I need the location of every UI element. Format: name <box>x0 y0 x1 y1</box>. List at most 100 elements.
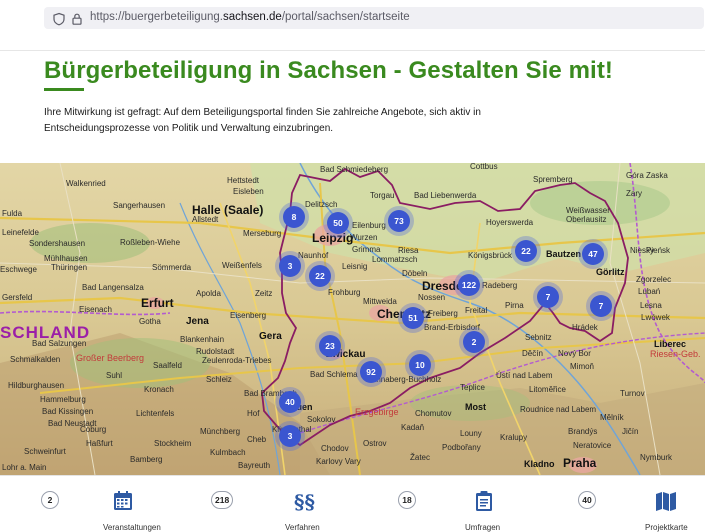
map-cluster-marker[interactable]: 10 <box>409 354 431 376</box>
place-label: Merseburg <box>243 229 282 238</box>
place-label: Eschwege <box>0 265 37 274</box>
statistics-bar: 2 218 §§ 18 40 Veranstaltungen Verfahren… <box>0 475 705 532</box>
place-label: Apolda <box>196 289 221 298</box>
place-label: Gersfeld <box>2 293 33 302</box>
events-label[interactable]: Veranstaltungen <box>103 523 161 532</box>
place-label: Blankenhain <box>180 335 225 344</box>
map-cluster-marker[interactable]: 92 <box>360 361 382 383</box>
calendar-icon[interactable] <box>112 490 134 512</box>
place-label: Lichtenfels <box>136 409 175 418</box>
place-label: Góra Zaska <box>626 171 668 180</box>
place-label: Schweinfurt <box>24 447 66 456</box>
place-label: Rudolstadt <box>196 347 235 356</box>
place-label: Neratovice <box>573 441 612 450</box>
shield-icon[interactable] <box>52 12 66 26</box>
map-cluster-marker[interactable]: 3 <box>279 255 301 277</box>
place-label: Nossen <box>418 293 446 302</box>
place-label: Wurzen <box>350 233 378 242</box>
place-label: Sondershausen <box>29 239 86 248</box>
map-cluster-marker[interactable]: 73 <box>388 210 410 232</box>
map-icon[interactable] <box>655 490 677 512</box>
place-label: Žatec <box>410 453 431 462</box>
map-cluster-marker[interactable]: 3 <box>279 425 301 447</box>
place-label: Roßleben-Wiehe <box>120 238 181 247</box>
procedures-label[interactable]: Verfahren <box>285 523 320 532</box>
map-cluster-marker[interactable]: 47 <box>582 243 604 265</box>
place-label: Haßfurt <box>86 439 113 448</box>
map-cluster-marker[interactable]: 50 <box>327 212 349 234</box>
place-label: Fulda <box>2 209 23 218</box>
place-label: Hoyerswerda <box>486 218 534 227</box>
lock-icon[interactable] <box>70 12 84 26</box>
place-label: Lubań <box>638 287 661 296</box>
place-label: Leisnig <box>342 262 368 271</box>
project-map-count-badge: 40 <box>578 491 596 509</box>
map-cluster-marker[interactable]: 8 <box>283 206 305 228</box>
map-cluster-marker[interactable]: 122 <box>458 274 480 296</box>
url-text[interactable]: https://buergerbeteiligung.sachsen.de/po… <box>90 11 410 23</box>
place-label: Hrádek <box>572 323 598 332</box>
place-label: Riesen-Geb. <box>650 349 701 359</box>
map-cluster-marker[interactable]: 22 <box>309 265 331 287</box>
place-label: Döbeln <box>402 269 428 278</box>
place-label: Zary <box>626 189 642 198</box>
place-label: Großer Beerberg <box>76 353 145 363</box>
browser-toolbar: https://buergerbeteiligung.sachsen.de/po… <box>0 0 705 51</box>
place-label: Zgorzelec <box>636 275 672 284</box>
place-label: Pieńsk <box>646 246 671 255</box>
place-label: Kulmbach <box>210 448 246 457</box>
place-label: Leinefelde <box>2 228 39 237</box>
map-cluster-marker[interactable]: 23 <box>319 335 341 357</box>
place-label: Pirna <box>505 301 524 310</box>
intro-line-2: Entscheidungsprozesse von Politik und Ve… <box>44 123 334 134</box>
map-cluster-marker[interactable]: 7 <box>537 286 559 308</box>
place-label: Hildburghausen <box>8 381 65 390</box>
place-label: Bad Kissingen <box>42 407 94 416</box>
project-map[interactable]: Halle (Saale) Leipzig Dresden Chemnitz Z… <box>0 163 705 475</box>
place-label: Jičín <box>622 427 639 436</box>
intro-line-1: Ihre Mitwirkung ist gefragt: Auf dem Bet… <box>44 107 481 118</box>
place-label: Eilenburg <box>352 221 386 230</box>
page-title: Bürgerbeteiligung in Sachsen - Gestalten… <box>44 57 614 84</box>
place-label: Lohr a. Main <box>2 463 47 472</box>
place-label: Chodov <box>321 444 349 453</box>
place-label: Riesa <box>398 246 419 255</box>
place-label: Hof <box>247 409 260 418</box>
place-label: Kronach <box>144 385 174 394</box>
place-label: Weißenfels <box>222 261 262 270</box>
place-label: Lesna <box>640 301 662 310</box>
city-label: Jena <box>186 316 209 327</box>
svg-text:§§: §§ <box>294 490 315 512</box>
map-cluster-marker[interactable]: 2 <box>463 331 485 353</box>
place-label: Litoměřice <box>529 385 566 394</box>
paragraph-icon[interactable]: §§ <box>293 490 315 512</box>
place-label: Erzgebirge <box>355 407 399 417</box>
map-cluster-marker[interactable]: 51 <box>402 307 424 329</box>
city-label: Görlitz <box>596 267 625 277</box>
surveys-count-badge: 18 <box>398 491 416 509</box>
city-label: Praha <box>563 456 597 470</box>
place-label: Chomutov <box>415 409 452 418</box>
place-label: Weißwasser <box>566 206 610 215</box>
place-label: Suhl <box>106 371 123 380</box>
place-label: Karlovy Vary <box>316 457 361 466</box>
place-label: Freital <box>465 306 488 315</box>
place-label: Allstedt <box>192 215 219 224</box>
place-label: Bad Neustadt <box>48 419 97 428</box>
map-cluster-marker[interactable]: 22 <box>515 240 537 262</box>
url-domain: sachsen.de <box>222 11 282 23</box>
place-label: Turnov <box>620 389 645 398</box>
clipboard-icon[interactable] <box>473 490 495 512</box>
place-label: Lommatzsch <box>372 255 418 264</box>
surveys-label[interactable]: Umfragen <box>465 523 500 532</box>
project-map-label[interactable]: Projektkarte <box>645 523 688 532</box>
place-label: Torgau <box>370 191 395 200</box>
city-label: Most <box>465 402 486 412</box>
place-label: Bad Salzungen <box>32 339 87 348</box>
place-label: Thüringen <box>51 263 88 272</box>
map-cluster-marker[interactable]: 7 <box>590 295 612 317</box>
place-label: Roudnice nad Labem <box>520 405 597 414</box>
place-label: Naunhof <box>298 251 329 260</box>
map-cluster-marker[interactable]: 40 <box>279 391 301 413</box>
place-label: Radeberg <box>482 281 518 290</box>
